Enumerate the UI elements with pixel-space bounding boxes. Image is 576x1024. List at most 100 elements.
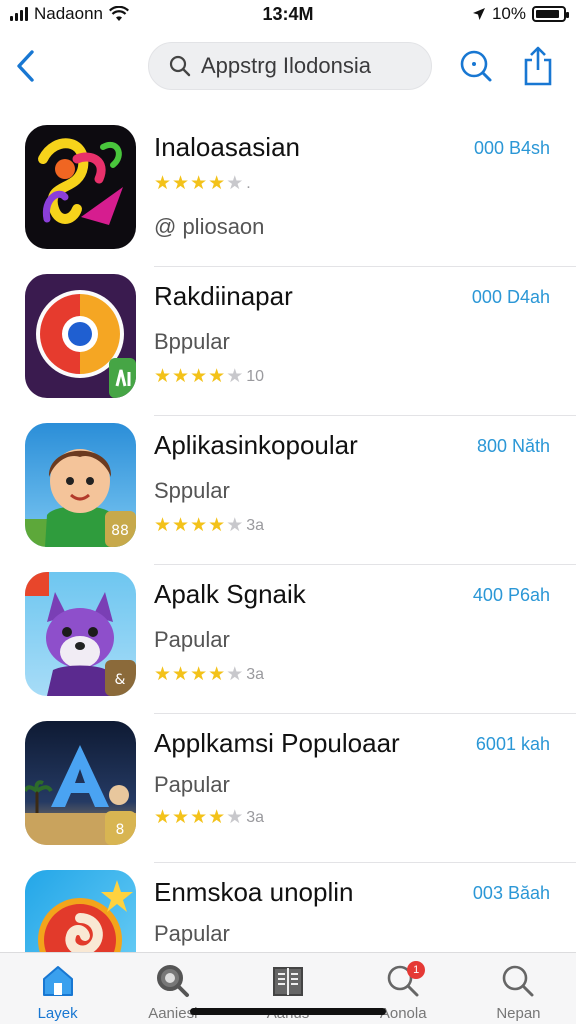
- star-rating: ★ ★ ★ ★ ★ 3a: [154, 806, 264, 829]
- search-placeholder: Appstrg Ilodonsia: [201, 53, 371, 78]
- star-filled-icon: ★: [208, 515, 226, 536]
- star-filled-icon: ★: [172, 664, 190, 685]
- app-subtitle: @ pliosaon: [154, 214, 265, 239]
- home-indicator[interactable]: [190, 1008, 386, 1015]
- app-name: Inaloasasian: [154, 132, 300, 162]
- app-name: Aplikasinkopoular: [154, 430, 358, 460]
- star-empty-icon: ★: [226, 366, 244, 387]
- svg-text:88: 88: [111, 523, 129, 539]
- list-item[interactable]: 8 Applkamsi Populoaar Papular ★ ★ ★ ★ ★ 3a 60…: [0, 714, 576, 863]
- status-left: Nadaonn: [10, 4, 129, 24]
- star-filled-icon: ★: [190, 664, 208, 685]
- rating-count: 3a: [246, 665, 265, 683]
- star-filled-icon: ★: [172, 515, 190, 536]
- star-filled-icon: ★: [172, 807, 190, 828]
- svg-text:&: &: [115, 672, 126, 688]
- share-button[interactable]: [518, 44, 558, 88]
- notification-badge: 1: [407, 961, 426, 979]
- letter-a-icon: 8: [25, 721, 136, 845]
- search-icon: [498, 961, 538, 1001]
- circle-target-icon: [25, 274, 136, 398]
- star-filled-icon: ★: [172, 366, 190, 387]
- star-filled-icon: ★: [154, 173, 172, 194]
- star-filled-icon: ★: [154, 807, 172, 828]
- location-icon: [472, 8, 485, 20]
- price-label[interactable]: 400 P6ah: [473, 585, 550, 606]
- chevron-left-icon: [17, 50, 34, 82]
- rating-count: 3a: [246, 808, 265, 826]
- battery-icon: [532, 6, 569, 22]
- star-filled-icon: ★: [208, 807, 226, 828]
- tab-label: Aonola: [379, 1005, 427, 1022]
- rating-count: 10: [246, 367, 265, 385]
- search-field[interactable]: Appstrg Ilodonsia: [148, 42, 432, 90]
- search-icon: 1: [383, 961, 426, 1001]
- back-button[interactable]: [8, 46, 44, 86]
- list-item[interactable]: Rakdiinapar Bppular ★ ★ ★ ★ ★ 10 000 D4ah: [0, 267, 576, 416]
- share-icon: [524, 46, 552, 86]
- tab-search[interactable]: Nepan: [461, 953, 576, 1024]
- star-filled-icon: ★: [208, 366, 226, 387]
- app-name: Rakdiinapar: [154, 281, 293, 311]
- star-filled-icon: ★: [172, 173, 190, 194]
- app-subtitle: Papular: [154, 627, 230, 652]
- fox-character-icon: &: [25, 572, 136, 696]
- signal-icon: [10, 7, 28, 21]
- star-rating: ★ ★ ★ ★ ★ 3a: [154, 514, 264, 537]
- star-filled-icon: ★: [190, 366, 208, 387]
- carrier-name: Nadaonn: [34, 4, 104, 23]
- book-icon: [268, 961, 308, 1001]
- search-icon: [153, 961, 193, 1001]
- star-empty-icon: ★: [226, 515, 244, 536]
- star-filled-icon: ★: [154, 515, 172, 536]
- app-name: Apalk Sgnaik: [154, 579, 306, 609]
- rating-count: 3a: [246, 516, 265, 534]
- star-filled-icon: ★: [208, 173, 226, 194]
- header: Appstrg Ilodonsia: [0, 40, 576, 94]
- app-subtitle: Sppular: [154, 478, 230, 503]
- search-icon: [169, 55, 191, 77]
- star-rating: ★ ★ ★ ★ ★.: [154, 172, 251, 195]
- app-name: Applkamsi Populoaar: [154, 728, 400, 758]
- wifi-icon: [109, 6, 129, 21]
- tab-label: Layek: [37, 1005, 78, 1022]
- status-right: 10%: [472, 4, 569, 24]
- star-filled-icon: ★: [154, 664, 172, 685]
- battery-fill: [536, 10, 560, 18]
- kid-character-icon: 88: [25, 423, 136, 547]
- search-icon: [460, 50, 492, 82]
- star-filled-icon: ★: [190, 807, 208, 828]
- app-name: Enmskoa unoplin: [154, 877, 354, 907]
- app-subtitle: Bppular: [154, 329, 230, 354]
- rating-count: .: [246, 174, 251, 192]
- status-bar: Nadaonn 13:4M 10%: [0, 0, 576, 28]
- tab-today[interactable]: Layek: [0, 953, 115, 1024]
- price-label[interactable]: 6001 kah: [476, 734, 550, 755]
- star-empty-icon: ★: [226, 664, 244, 685]
- app-subtitle: Papular: [154, 772, 230, 797]
- list-item[interactable]: Inaloasasian ★ ★ ★ ★ ★. @ pliosaon 000 B4sh: [0, 118, 576, 267]
- price-label[interactable]: 000 D4ah: [472, 287, 550, 308]
- battery-percent: 10%: [491, 4, 526, 23]
- app-store-search-screen: Nadaonn 13:4M 10% Appstrg Ilodonsia Inal…: [0, 0, 576, 1024]
- abstract-art-icon: [25, 125, 136, 249]
- star-filled-icon: ★: [190, 173, 208, 194]
- star-filled-icon: ★: [154, 366, 172, 387]
- tab-label: Nepan: [496, 1005, 541, 1022]
- star-rating: ★ ★ ★ ★ ★ 10: [154, 365, 264, 388]
- star-filled-icon: ★: [208, 664, 226, 685]
- star-filled-icon: ★: [190, 515, 208, 536]
- price-label[interactable]: 800 Năth: [477, 436, 550, 457]
- list-item[interactable]: 88 Aplikasinkopoular Sppular ★ ★ ★ ★ ★ 3a 800…: [0, 416, 576, 565]
- price-label[interactable]: 003 Băah: [473, 883, 550, 904]
- star-empty-icon: ★: [226, 173, 244, 194]
- star-rating: ★ ★ ★ ★ ★ 3a: [154, 663, 264, 686]
- search-button[interactable]: [456, 44, 496, 88]
- list-item[interactable]: & Apalk Sgnaik Papular ★ ★ ★ ★ ★ 3a 400 P6ah: [0, 565, 576, 714]
- app-subtitle: Papular: [154, 921, 230, 946]
- home-icon: [38, 961, 78, 1001]
- search-results-list: Inaloasasian ★ ★ ★ ★ ★. @ pliosaon 000 B4sh: [0, 118, 576, 1012]
- price-label[interactable]: 000 B4sh: [474, 138, 550, 159]
- svg-text:8: 8: [116, 822, 125, 838]
- star-empty-icon: ★: [226, 807, 244, 828]
